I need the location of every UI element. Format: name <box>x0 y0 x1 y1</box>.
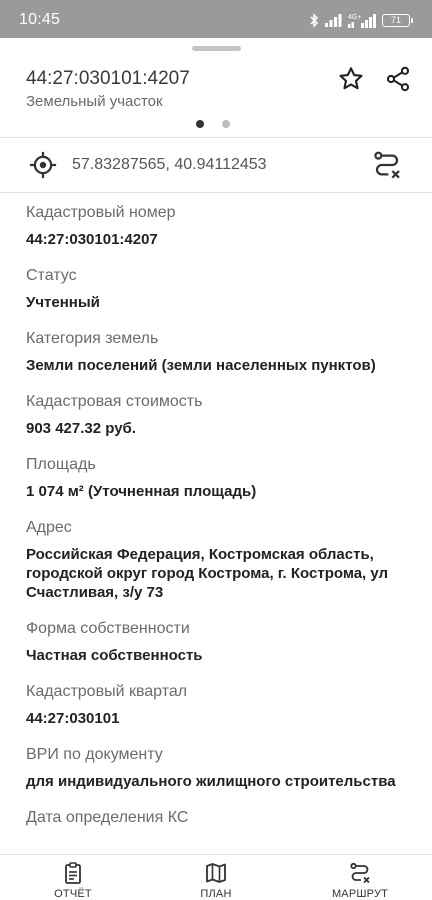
page-subtitle: Земельный участок <box>26 93 163 110</box>
bottom-navigation: ОТЧЁТ ПЛАН МАРШРУТ <box>0 854 432 900</box>
property-list: Кадастровый номер 44:27:030101:4207 Стат… <box>26 203 416 845</box>
nav-route-label: МАРШРУТ <box>331 888 389 900</box>
property-address: Адрес Российская Федерация, Костромская … <box>26 518 416 602</box>
property-value[interactable]: Учтенный <box>26 293 416 312</box>
property-value[interactable]: 1 074 м² (Уточненная площадь) <box>26 482 416 501</box>
property-value[interactable]: Частная собственность <box>26 646 416 665</box>
star-icon <box>339 67 363 90</box>
property-value[interactable]: Российская Федерация, Костромская област… <box>26 545 416 602</box>
property-value[interactable]: 44:27:030101:4207 <box>26 230 416 249</box>
coordinates-row: 57.83287565, 40.94112453 <box>0 138 432 192</box>
property-value[interactable]: 903 427.32 руб. <box>26 419 416 438</box>
share-icon <box>386 66 410 92</box>
coordinates-text[interactable]: 57.83287565, 40.94112453 <box>72 156 267 174</box>
svg-text:4G+: 4G+ <box>348 14 361 21</box>
property-cadastral-number: Кадастровый номер 44:27:030101:4207 <box>26 203 416 249</box>
property-value[interactable]: для индивидуального жилищного строительс… <box>26 772 416 791</box>
property-cadastral-value: Кадастровая стоимость 903 427.32 руб. <box>26 392 416 438</box>
nav-plan-button[interactable]: ПЛАН <box>171 861 261 900</box>
property-land-category: Категория земель Земли поселений (земли … <box>26 329 416 375</box>
divider <box>0 192 432 193</box>
share-button[interactable] <box>381 62 415 96</box>
property-label: ВРИ по документу <box>26 746 163 763</box>
property-status: Статус Учтенный <box>26 266 416 312</box>
bluetooth-icon <box>310 12 319 28</box>
property-ownership-form: Форма собственности Частная собственност… <box>26 619 416 665</box>
property-permitted-use: ВРИ по документу для индивидуального жил… <box>26 745 416 791</box>
property-label: Площадь <box>26 456 96 473</box>
property-label: Адрес <box>26 519 72 536</box>
clipboard-report-icon <box>65 862 81 884</box>
property-label: Категория земель <box>26 330 159 347</box>
details-sheet: 44:27:030101:4207 Земельный участок 57.8… <box>0 38 432 900</box>
page-title: 44:27:030101:4207 <box>26 68 190 89</box>
nav-report-button[interactable]: ОТЧЁТ <box>28 861 118 900</box>
route-icon <box>350 862 370 884</box>
page-dot-active[interactable] <box>196 120 204 128</box>
property-label: Кадастровый квартал <box>26 683 188 700</box>
page-dot[interactable] <box>222 120 230 128</box>
signal-icon <box>325 14 342 27</box>
nav-report-label: ОТЧЁТ <box>54 888 92 900</box>
property-cadastral-quarter: Кадастровый квартал 44:27:030101 <box>26 682 416 728</box>
property-area: Площадь 1 074 м² (Уточненная площадь) <box>26 455 416 501</box>
battery-icon: 71 <box>382 13 413 27</box>
status-time: 10:45 <box>19 11 61 28</box>
target-icon[interactable] <box>28 150 58 180</box>
property-label: Кадастровая стоимость <box>26 393 203 410</box>
property-label: Дата определения КС <box>26 809 189 826</box>
property-label: Форма собственности <box>26 620 190 637</box>
battery-level: 71 <box>390 14 401 25</box>
property-label: Кадастровый номер <box>26 204 176 221</box>
status-icons: 4G+ 71 <box>309 12 413 28</box>
page-indicator <box>196 120 230 128</box>
status-bar: 10:45 4G+ 71 <box>0 0 432 38</box>
property-label: Статус <box>26 267 77 284</box>
route-icon[interactable] <box>371 149 403 181</box>
map-icon <box>206 863 226 883</box>
property-valuation-date: Дата определения КС <box>26 808 416 828</box>
nav-plan-label: ПЛАН <box>200 888 232 900</box>
property-value[interactable]: Земли поселений (земли населенных пункто… <box>26 356 416 375</box>
favorite-button[interactable] <box>334 62 368 96</box>
drag-handle[interactable] <box>192 46 241 51</box>
signal-4g-icon: 4G+ <box>348 14 376 28</box>
nav-route-button[interactable]: МАРШРУТ <box>315 861 405 900</box>
property-value[interactable]: 44:27:030101 <box>26 709 416 728</box>
